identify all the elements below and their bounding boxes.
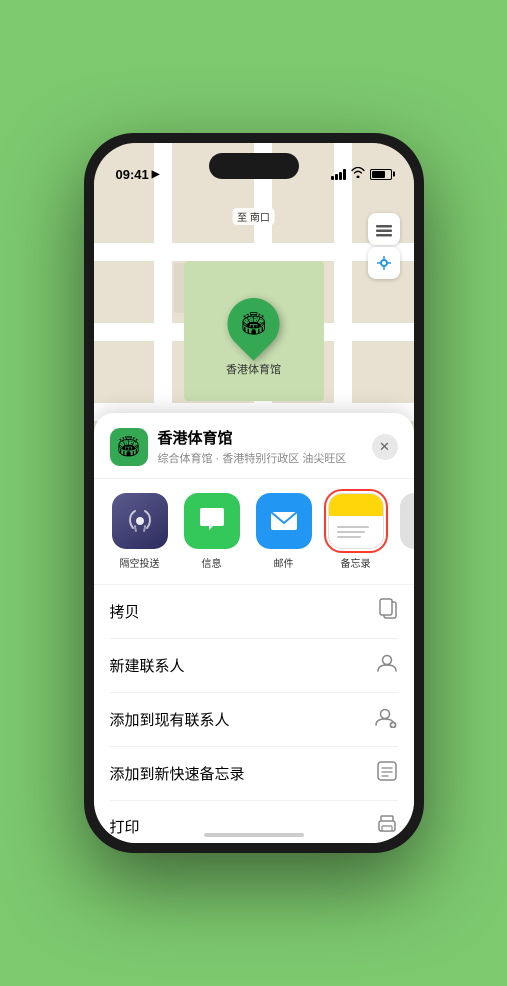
airdrop-icon: [112, 493, 168, 549]
share-item-notes[interactable]: 备忘录: [326, 493, 386, 570]
add-notes-label: 添加到新快速备忘录: [110, 763, 245, 784]
map-label: 至 南口: [232, 208, 275, 225]
action-list: 拷贝 新建联系人: [94, 585, 414, 843]
time-display: 09:41: [116, 167, 149, 182]
location-pin: 🏟 香港体育馆: [226, 298, 281, 377]
mail-icon: [256, 493, 312, 549]
print-icon: [376, 814, 398, 839]
map-controls: [368, 213, 400, 279]
add-notes-icon: [376, 760, 398, 787]
action-copy[interactable]: 拷贝: [110, 585, 398, 639]
share-item-more[interactable]: 提: [398, 493, 414, 570]
status-icons: [331, 167, 392, 181]
venue-info: 香港体育馆 综合体育馆 · 香港特别行政区 油尖旺区: [158, 427, 372, 466]
location-button[interactable]: [368, 247, 400, 279]
status-time: 09:41 ▶: [116, 167, 160, 182]
messages-icon: [184, 493, 240, 549]
pin-label: 香港体育馆: [226, 361, 281, 377]
venue-icon: 🏟: [110, 428, 148, 466]
share-row: 隔空投送 信息: [94, 479, 414, 585]
share-item-mail[interactable]: 邮件: [254, 493, 314, 570]
venue-name: 香港体育馆: [158, 427, 372, 448]
share-item-airdrop[interactable]: 隔空投送: [110, 493, 170, 570]
copy-label: 拷贝: [110, 601, 140, 622]
venue-subtitle: 综合体育馆 · 香港特别行政区 油尖旺区: [158, 450, 372, 466]
notes-icon: [328, 493, 384, 549]
action-add-existing[interactable]: 添加到现有联系人: [110, 693, 398, 747]
copy-icon: [378, 598, 398, 625]
action-add-notes[interactable]: 添加到新快速备忘录: [110, 747, 398, 801]
add-existing-label: 添加到现有联系人: [110, 709, 230, 730]
new-contact-label: 新建联系人: [110, 655, 185, 676]
phone-screen: 09:41 ▶: [94, 143, 414, 843]
more-icon: [400, 493, 414, 549]
notes-label: 备忘录: [341, 555, 371, 570]
close-button[interactable]: ✕: [372, 434, 398, 460]
add-existing-icon: [374, 706, 398, 733]
map-layers-button[interactable]: [368, 213, 400, 245]
bottom-sheet: 🏟 香港体育馆 综合体育馆 · 香港特别行政区 油尖旺区 ✕: [94, 413, 414, 843]
print-label: 打印: [110, 816, 140, 837]
location-arrow-icon: ▶: [152, 169, 160, 180]
battery-icon: [370, 169, 392, 180]
airdrop-label: 隔空投送: [120, 555, 160, 570]
home-indicator: [204, 833, 304, 837]
share-item-messages[interactable]: 信息: [182, 493, 242, 570]
dynamic-island: [209, 153, 299, 179]
new-contact-icon: [376, 652, 398, 679]
wifi-icon: [351, 167, 365, 181]
messages-label: 信息: [202, 555, 222, 570]
action-new-contact[interactable]: 新建联系人: [110, 639, 398, 693]
mail-label: 邮件: [274, 555, 294, 570]
venue-header: 🏟 香港体育馆 综合体育馆 · 香港特别行政区 油尖旺区 ✕: [94, 413, 414, 479]
signal-icon: [331, 169, 346, 180]
phone-frame: 09:41 ▶: [84, 133, 424, 853]
